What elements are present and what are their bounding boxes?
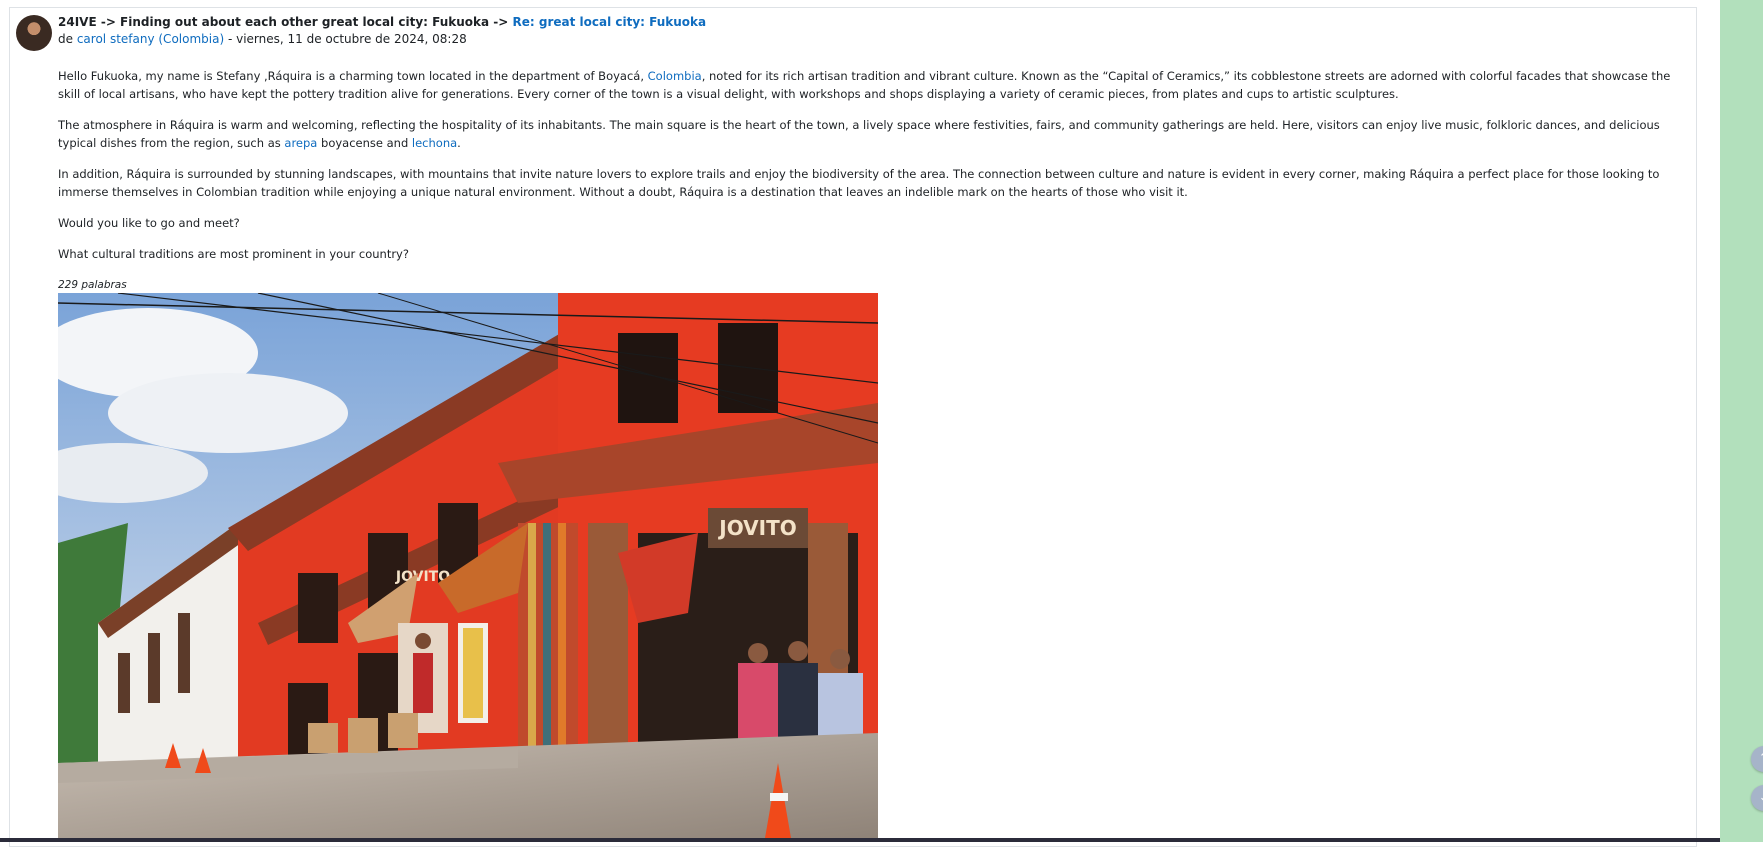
- shop-sign: JOVITO: [717, 516, 796, 540]
- avatar[interactable]: [16, 15, 52, 51]
- arepa-link[interactable]: arepa: [284, 136, 317, 150]
- paragraph: Hello Fukuoka, my name is Stefany ,Ráqui…: [58, 69, 1671, 101]
- paragraph: The atmosphere in Ráquira is warm and we…: [58, 118, 1660, 150]
- post-header: 24IVE -> Finding out about each other gr…: [58, 14, 706, 48]
- author-link[interactable]: carol stefany (Colombia): [77, 32, 224, 46]
- paragraph: Would you like to go and meet?: [58, 216, 240, 230]
- post-content: Hello Fukuoka, my name is Stefany ,Ráqui…: [58, 67, 1690, 294]
- paragraph: What cultural traditions are most promin…: [58, 247, 409, 261]
- breadcrumb-forum: 24IVE: [58, 15, 97, 29]
- arrow-down-icon: ⌄: [1759, 790, 1763, 805]
- lechona-link[interactable]: lechona: [412, 136, 457, 150]
- post-date: - viernes, 11 de octubre de 2024, 08:28: [224, 32, 467, 46]
- arrow-up-icon: ⌃: [1759, 751, 1763, 766]
- bottom-edge: [0, 838, 1720, 842]
- post-subject: 24IVE -> Finding out about each other gr…: [58, 14, 706, 31]
- reply-subject-link[interactable]: Re: great local city: Fukuoka: [513, 15, 707, 29]
- side-panel: [1720, 0, 1763, 842]
- colombia-link[interactable]: Colombia: [648, 69, 702, 83]
- raquira-street-photo: JOVITO JOVITO: [58, 293, 878, 838]
- post-byline: de carol stefany (Colombia) - viernes, 1…: [58, 31, 706, 48]
- by-prefix: de: [58, 32, 77, 46]
- post-image[interactable]: JOVITO JOVITO: [58, 293, 878, 838]
- breadcrumb-separator: ->: [96, 15, 121, 29]
- paragraph: In addition, Ráquira is surrounded by st…: [58, 167, 1660, 199]
- breadcrumb-discussion: Finding out about each other great local…: [120, 15, 490, 29]
- breadcrumb-separator: ->: [489, 15, 513, 29]
- word-count: 229 palabras: [58, 279, 127, 291]
- page-gutter: [1698, 0, 1720, 842]
